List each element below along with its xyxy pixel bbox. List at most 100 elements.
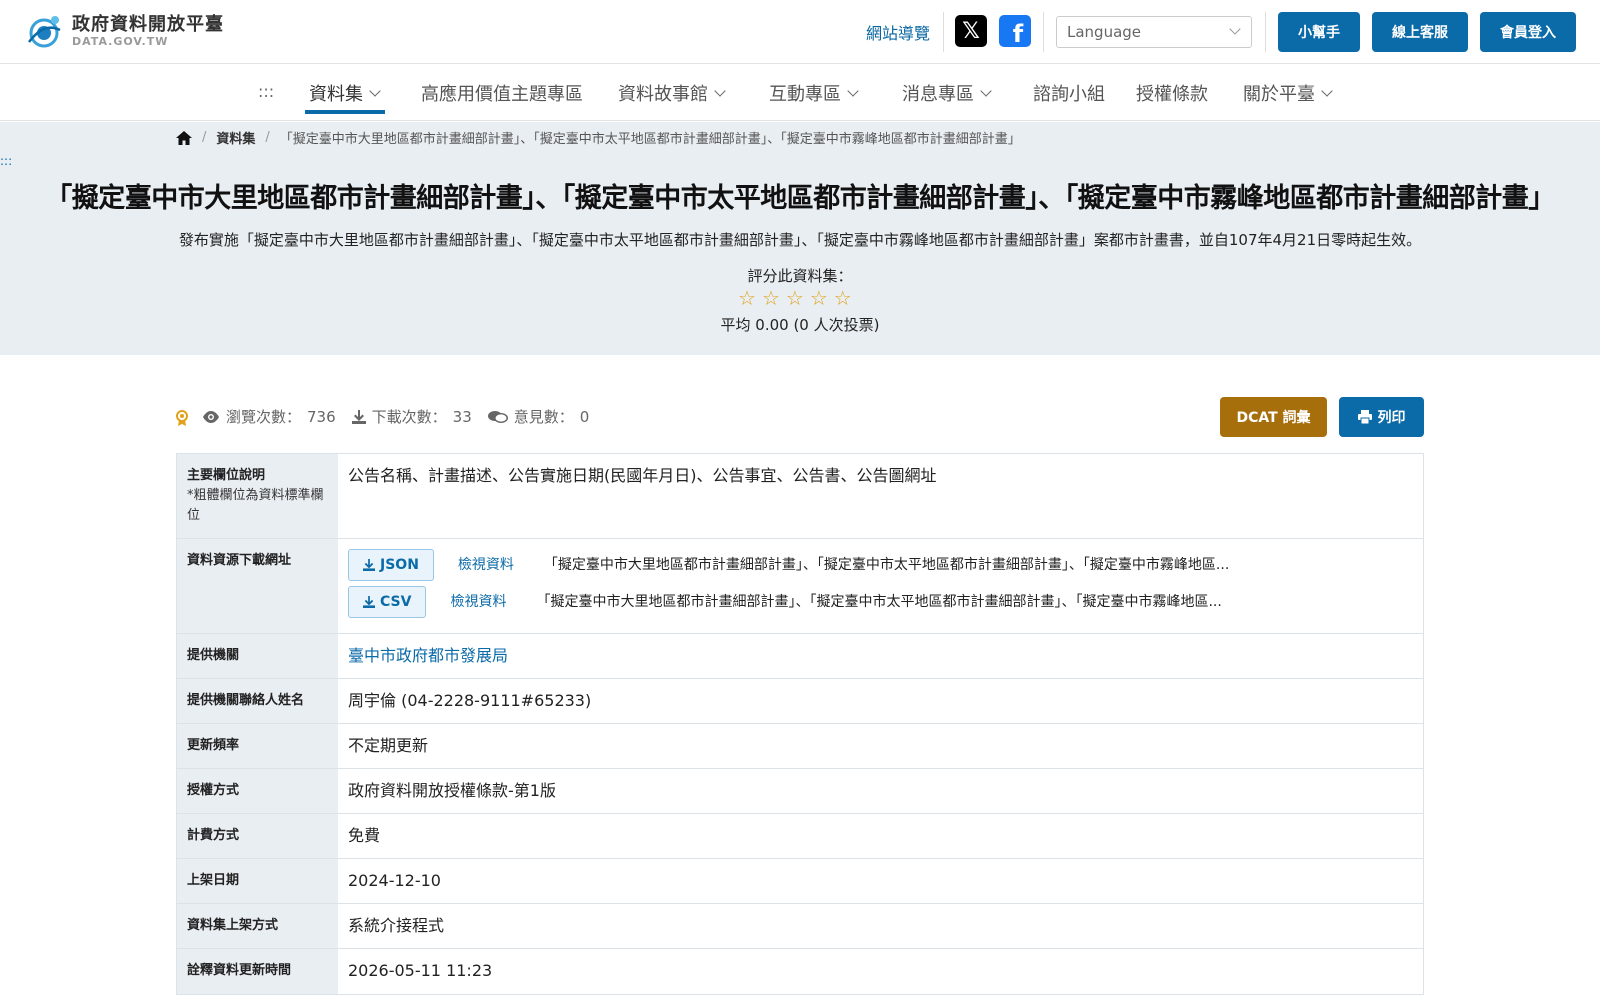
nav-item-label: 資料故事館: [618, 84, 708, 105]
breadcrumb-current: 「擬定臺中市大里地區都市計畫細部計畫」、「擬定臺中市太平地區都市計畫細部計畫」、…: [279, 132, 1021, 147]
comments-icon: [487, 410, 508, 423]
logo-subtitle: DATA.GOV.TW: [72, 35, 169, 48]
site-logo[interactable]: 政府資料開放平臺 DATA.GOV.TW: [24, 12, 224, 52]
nav-item-license[interactable]: 授權條款: [1136, 80, 1208, 106]
downloads-stat: 下載次數： 33: [351, 406, 472, 427]
dcat-vocabulary-button[interactable]: DCAT 詞彙: [1220, 397, 1327, 437]
print-label: 列印: [1377, 410, 1406, 426]
logo-title: 政府資料開放平臺: [72, 14, 224, 35]
logo-icon: [24, 12, 64, 52]
table-row: 上架日期 2024-12-10: [177, 859, 1423, 904]
published-label: 上架日期: [177, 859, 338, 903]
method-label: 資料集上架方式: [177, 904, 338, 948]
view-data-link[interactable]: 檢視資料: [450, 592, 506, 612]
published-value: 2024-12-10: [348, 871, 441, 890]
nav-item-news[interactable]: 消息專區: [902, 80, 992, 106]
breadcrumb-separator: /: [265, 130, 270, 145]
nav-item-advisory[interactable]: 諮詢小組: [1033, 80, 1105, 106]
content-accesskey-anchor[interactable]: :::: [0, 154, 12, 168]
nav-item-about[interactable]: 關於平臺: [1243, 80, 1333, 106]
site-map-link[interactable]: 網站導覽: [866, 20, 930, 44]
row-label: 主要欄位說明 *粗體欄位為資料標準欄位: [177, 454, 338, 538]
table-row: 更新頻率 不定期更新: [177, 724, 1423, 769]
member-login-button[interactable]: 會員登入: [1480, 12, 1576, 52]
frequency-label: 更新頻率: [177, 724, 338, 768]
print-button[interactable]: 列印: [1339, 397, 1424, 437]
chevron-down-icon: [980, 85, 992, 97]
language-select[interactable]: Language: [1056, 16, 1252, 48]
views-label: 瀏覽次數：: [226, 408, 302, 426]
chevron-down-icon: [1321, 85, 1333, 97]
chevron-down-icon: [369, 85, 381, 97]
award-icon: [176, 409, 188, 426]
nav-item-datasets[interactable]: 資料集: [309, 80, 381, 106]
table-row: 詮釋資料更新時間 2026-05-11 11:23: [177, 949, 1423, 994]
contact-value: 周宇倫 (04-2228-9111#65233): [348, 691, 592, 710]
download-csv-button[interactable]: CSV: [348, 586, 427, 618]
rating-stars[interactable]: ☆ ☆ ☆ ☆ ☆: [738, 288, 852, 308]
license-label: 授權方式: [177, 769, 338, 813]
divider: [1043, 12, 1044, 52]
star-icon[interactable]: ☆: [834, 288, 852, 308]
eye-icon: [203, 410, 219, 423]
table-row: 授權方式 政府資料開放授權條款-第1版: [177, 769, 1423, 814]
page-title: 「擬定臺中市大里地區都市計畫細部計畫」、「擬定臺中市太平地區都市計畫細部計畫」、…: [45, 183, 1555, 214]
star-icon[interactable]: ☆: [786, 288, 804, 308]
comments-label: 意見數：: [513, 408, 574, 426]
dataset-info-table: 主要欄位說明 *粗體欄位為資料標準欄位 公告名稱、計畫描述、公告實施日期(民國年…: [176, 453, 1424, 995]
format-label: CSV: [380, 594, 412, 610]
chevron-down-icon: [847, 85, 859, 97]
breadcrumb: / 資料集 / 「擬定臺中市大里地區都市計畫細部計畫」、「擬定臺中市太平地區都市…: [176, 128, 1021, 147]
download-icon: [351, 409, 366, 424]
resource-name: 「擬定臺中市大里地區都市計畫細部計畫」、「擬定臺中市太平地區都市計畫細部計畫」、…: [543, 557, 1230, 573]
provider-link[interactable]: 臺中市政府都市發展局: [338, 634, 1423, 678]
download-icon: [363, 596, 375, 608]
main-fields-value: 公告名稱、計畫描述、公告實施日期(民國年月日)、公告事宜、公告書、公告圖網址: [348, 466, 937, 485]
download-json-button[interactable]: JSON: [348, 549, 434, 581]
resources-list: JSON 檢視資料 「擬定臺中市大里地區都市計畫細部計畫」、「擬定臺中市太平地區…: [338, 539, 1423, 633]
breadcrumb-datasets[interactable]: 資料集: [216, 128, 255, 147]
table-row: 資料資源下載網址 JSON 檢視資料 「擬定臺中市大里地區都市計畫細部計畫」、「…: [177, 539, 1423, 634]
resource-item: JSON 檢視資料 「擬定臺中市大里地區都市計畫細部計畫」、「擬定臺中市太平地區…: [348, 549, 1413, 581]
nav-active-indicator: [305, 110, 385, 114]
downloads-label: 下載次數：: [371, 408, 447, 426]
table-row: 提供機關 臺中市政府都市發展局: [177, 634, 1423, 679]
nav-item-high-value[interactable]: 高應用價值主題專區: [421, 80, 583, 106]
nav-item-stories[interactable]: 資料故事館: [618, 80, 726, 106]
nav-item-interactive[interactable]: 互動專區: [769, 80, 859, 106]
provider-label: 提供機關: [177, 634, 338, 678]
home-icon[interactable]: [176, 130, 192, 145]
comments-count: 0: [579, 407, 590, 426]
license-value: 政府資料開放授權條款-第1版: [348, 781, 556, 800]
nav-item-label: 關於平臺: [1243, 84, 1315, 105]
main-fields-note: *粗體欄位為資料標準欄位: [187, 488, 324, 523]
print-icon: [1357, 410, 1372, 424]
dataset-description: 發布實施「擬定臺中市大里地區都市計畫細部計畫」、「擬定臺中市太平地區都市計畫細部…: [178, 231, 1422, 249]
nav-accesskey-anchor[interactable]: :::: [258, 82, 274, 101]
comments-stat: 意見數： 0: [487, 406, 590, 427]
downloads-count: 33: [452, 407, 472, 426]
online-support-button[interactable]: 線上客服: [1372, 12, 1468, 52]
breadcrumb-separator: /: [202, 130, 207, 145]
table-row: 資料集上架方式 系統介接程式: [177, 904, 1423, 949]
rating-label: 評分此資料集：: [747, 267, 853, 285]
helper-button[interactable]: 小幫手: [1278, 12, 1360, 52]
dataset-stats: 瀏覽次數： 736 下載次數： 33 意見數： 0: [176, 406, 605, 427]
x-twitter-icon[interactable]: 𝕏: [955, 15, 987, 47]
star-icon[interactable]: ☆: [762, 288, 780, 308]
method-value: 系統介接程式: [348, 916, 445, 935]
resource-name: 「擬定臺中市大里地區都市計畫細部計畫」、「擬定臺中市太平地區都市計畫細部計畫」、…: [536, 594, 1222, 610]
fee-value: 免費: [348, 826, 381, 845]
metadata-updated-value: 2026-05-11 11:23: [348, 961, 493, 980]
star-icon[interactable]: ☆: [810, 288, 828, 308]
top-header: 政府資料開放平臺 DATA.GOV.TW 網站導覽 𝕏 f Language 小…: [0, 0, 1600, 64]
nav-item-label: 諮詢小組: [1033, 84, 1105, 105]
rating-average: 平均 0.00 (0 人次投票): [720, 316, 880, 334]
metadata-updated-label: 詮釋資料更新時間: [177, 949, 338, 994]
view-data-link[interactable]: 檢視資料: [458, 555, 514, 575]
resource-item: CSV 檢視資料 「擬定臺中市大里地區都市計畫細部計畫」、「擬定臺中市太平地區都…: [348, 586, 1413, 618]
star-icon[interactable]: ☆: [738, 288, 756, 308]
nav-item-label: 授權條款: [1136, 84, 1208, 105]
facebook-icon[interactable]: f: [999, 15, 1031, 47]
divider: [1265, 12, 1266, 52]
